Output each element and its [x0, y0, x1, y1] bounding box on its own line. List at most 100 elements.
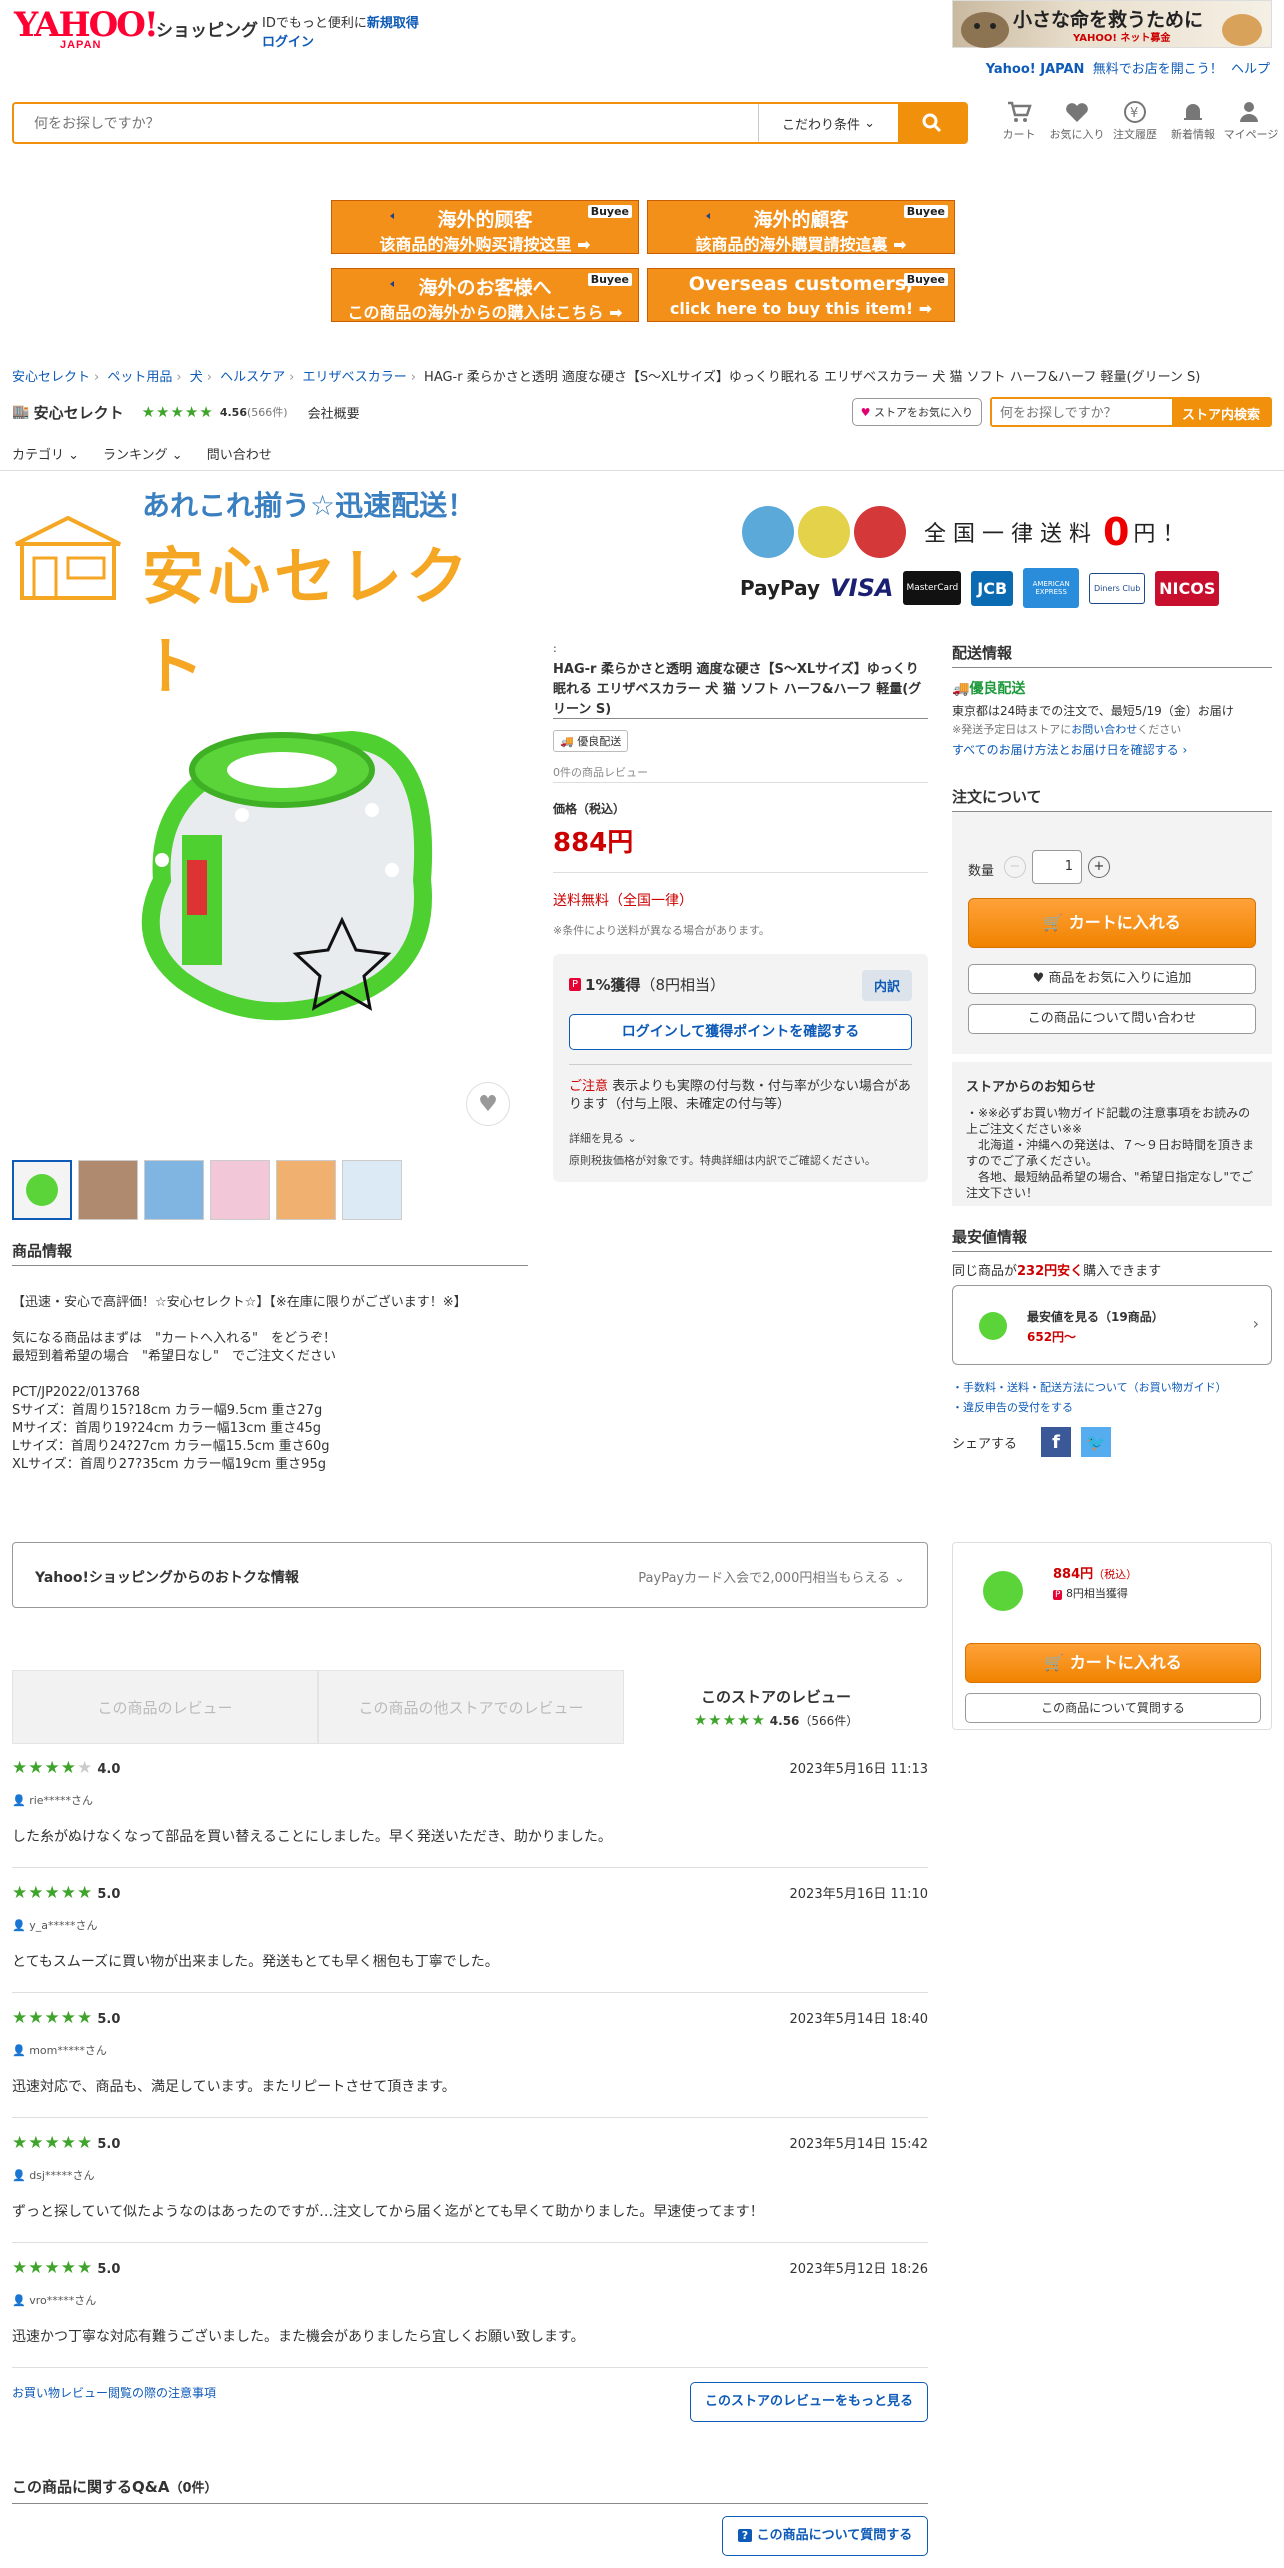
lowest-card[interactable]: 最安値を見る（19商品） 652円〜 › [952, 1285, 1272, 1365]
all-delivery-link[interactable]: すべてのお届け方法とお届け日を確認する › [952, 741, 1272, 758]
thumbnail[interactable] [78, 1160, 138, 1220]
review-score: 5.0 [97, 2262, 121, 2277]
nav-contact[interactable]: 問い合わせ [207, 444, 272, 463]
nav-ranking[interactable]: ランキング ⌄ [103, 444, 183, 463]
product-review-count[interactable]: 0件の商品レビュー [553, 764, 648, 780]
tab-product-reviews[interactable]: この商品のレビュー [12, 1670, 318, 1744]
cart-icon: 🛒 [1043, 913, 1064, 932]
buyee-banner-4[interactable]: Buyee Overseas customers, click here to bu… [647, 268, 955, 322]
login-link[interactable]: ログイン [262, 35, 314, 50]
id-text: IDでもっと便利に [262, 16, 367, 31]
sticky-cart-button[interactable]: 🛒 カートに入れる [965, 1643, 1261, 1683]
amex-logo: AMERICAN EXPRESS [1023, 568, 1080, 608]
user-icon: 👤 [12, 1919, 26, 1932]
product-title: HAG-r 柔らかさと透明 適度な硬さ【S〜XLサイズ】ゆっくり眠れる エリザベ… [553, 662, 922, 717]
facebook-icon[interactable]: f [1041, 1427, 1072, 1457]
report-link[interactable]: ・違反申告の受付をする [952, 1399, 1272, 1415]
buyee-line1: 海外的顾客 [437, 209, 533, 231]
yahoo-logo[interactable]: YAHOO! JAPAN [14, 8, 159, 51]
store-search-input[interactable] [991, 399, 1172, 425]
good-delivery-badge: 🚚 優良配送 [553, 730, 629, 752]
divider [553, 782, 928, 783]
company-link[interactable]: 会社概要 [308, 403, 360, 422]
qty-label: 数量 [968, 864, 995, 879]
breadcrumb-item[interactable]: ペット用品 [107, 370, 172, 385]
qty-minus[interactable]: − [1004, 856, 1026, 878]
tab-other-store-reviews[interactable]: この商品の他ストアでのレビュー [318, 1670, 624, 1744]
free-shipping: 送料無料（全国一律） [553, 893, 693, 909]
signup-link[interactable]: 新規取得 [367, 16, 419, 31]
nav-category[interactable]: カテゴリ ⌄ [12, 444, 79, 463]
history-nav[interactable]: ¥ 注文履歴 [1106, 100, 1164, 142]
breadcrumb-item[interactable]: 安心セレクト [12, 370, 90, 385]
qa-ask-button[interactable]: ? この商品について質問する [722, 2516, 928, 2556]
cart-label: カートに入れる [1068, 913, 1181, 932]
divider [0, 470, 1284, 471]
collar-image [141, 730, 433, 1021]
product-main-image[interactable] [12, 620, 526, 1130]
sticky-ask-button[interactable]: この商品について質問する [965, 1693, 1261, 1723]
search-input[interactable] [14, 104, 758, 142]
mypage-nav[interactable]: マイページ [1222, 100, 1280, 142]
tab-store-reviews[interactable]: このストアのレビュー ★★★★★ 4.56（566件） [624, 1670, 928, 1744]
breadcrumb-item[interactable]: ヘルスケア [220, 370, 285, 385]
twitter-icon[interactable]: 🐦 [1081, 1427, 1112, 1457]
deals-title: Yahoo!ショッピングからのおトクな情報 [35, 1570, 299, 1586]
review-date: 2023年5月12日 18:26 [789, 2262, 929, 2277]
breakdown-button[interactable]: 内訳 [861, 970, 912, 1001]
buyee-banner-1[interactable]: Buyee 海外的顾客 该商品的海外购买请按这里 ➡ [331, 200, 639, 254]
store-fav-button[interactable]: ♥ ストアをお気に入り [851, 398, 982, 426]
review-item: ★★★★★ 5.0 2023年5月16日 11:10 👤 y_a*****さん と… [12, 1883, 928, 1993]
store-name[interactable]: 安心セレクト [34, 402, 124, 423]
charity-ad-banner[interactable]: 小さな命を救うために YAHOO! ネット募金 [952, 0, 1272, 48]
open-store-link[interactable]: 無料でお店を開こう！ [1093, 62, 1223, 77]
mypage-label: マイページ [1223, 128, 1279, 141]
breadcrumb-item[interactable]: 犬 [190, 370, 203, 385]
tab-count: （566件） [799, 1713, 859, 1728]
help-link[interactable]: ヘルプ [1231, 62, 1270, 77]
contact-button[interactable]: この商品について問い合わせ [968, 1004, 1256, 1034]
chevron-right-icon: › [1252, 1314, 1259, 1333]
store-tagline: あれこれ揃う☆迅速配送！ [142, 489, 476, 522]
buyee-line2: この商品の海外からの購入はこちら ➡ [347, 303, 623, 322]
thumbnail[interactable] [144, 1160, 204, 1220]
thumbnail[interactable] [210, 1160, 270, 1220]
qty-plus[interactable]: + [1088, 856, 1110, 878]
more-reviews-button[interactable]: このストアのレビューをもっと見る [690, 2382, 928, 2422]
login-points-button[interactable]: ログインして獲得ポイントを確認する [569, 1014, 912, 1050]
condition-dropdown[interactable]: こだわり条件 ⌄ [758, 104, 898, 142]
user-icon: 👤 [12, 2294, 26, 2307]
favorites-label: お気に入り [1049, 128, 1105, 141]
thumbnail[interactable] [342, 1160, 402, 1220]
cart-nav[interactable]: カート [990, 100, 1048, 142]
search-button[interactable] [898, 104, 966, 142]
store-search-button[interactable]: ストア内検索 [1171, 399, 1270, 425]
qty-input[interactable]: 1 [1032, 850, 1082, 884]
details-toggle[interactable]: 詳細を見る ⌄ [569, 1130, 637, 1146]
news-nav[interactable]: 新着情報 [1164, 100, 1222, 142]
payment-logos: PayPay VISA MasterCard JCB AMERICAN EXPR… [740, 568, 1272, 608]
heart-icon[interactable]: ♥ [466, 1082, 510, 1126]
inquiry-link[interactable]: お問い合わせ [1071, 723, 1137, 736]
thumbnail[interactable] [12, 1160, 72, 1220]
yahoo-japan-link[interactable]: Yahoo! JAPAN [986, 62, 1085, 77]
description-line: Lサイズ：首周り24?27cm カラー幅15.5cm 重さ60g [12, 1439, 330, 1454]
breadcrumb-item[interactable]: エリザベスカラー [302, 370, 406, 385]
lowest-diff: 232円安く [1017, 1264, 1084, 1279]
review-text: 迅速対応で、商品も、満足しています。またリピートさせて頂きます。 [12, 2079, 456, 2095]
description-line: Sサイズ：首周り15?18cm カラー幅9.5cm 重さ27g [12, 1403, 323, 1418]
favorites-nav[interactable]: お気に入り [1048, 100, 1106, 142]
store-review-count[interactable]: (566件) [247, 404, 288, 420]
buyee-banner-3[interactable]: Buyee 海外のお客様へ この商品の海外からの購入はこちら ➡ [331, 268, 639, 322]
review-stars: ★★★★★ [12, 1883, 94, 1903]
add-to-cart-button[interactable]: 🛒 カートに入れる [968, 898, 1256, 948]
thumbnail[interactable] [276, 1160, 336, 1220]
buyee-banner-2[interactable]: Buyee 海外的顧客 該商品的海外購買請按這裏 ➡ [647, 200, 955, 254]
guide-link-label: 手数料・送料・配送方法について（お買い物ガイド） [963, 1381, 1227, 1394]
guide-link[interactable]: ・手数料・送料・配送方法について（お買い物ガイド） [952, 1379, 1272, 1395]
review-guide-link[interactable]: お買い物レビュー閲覧の際の注意事項 [12, 2384, 216, 2401]
deals-box[interactable]: Yahoo!ショッピングからのおトクな情報 PayPayカード入会で2,000円… [12, 1542, 928, 1608]
add-favorite-button[interactable]: ♥ 商品をお気に入りに追加 [968, 964, 1256, 994]
cart-icon [1008, 101, 1032, 122]
notice-text: ・※※必ずお買い物ガイド記載の注意事項をお読みの上ご注文ください※※ 北海道・沖… [966, 1106, 1255, 1200]
